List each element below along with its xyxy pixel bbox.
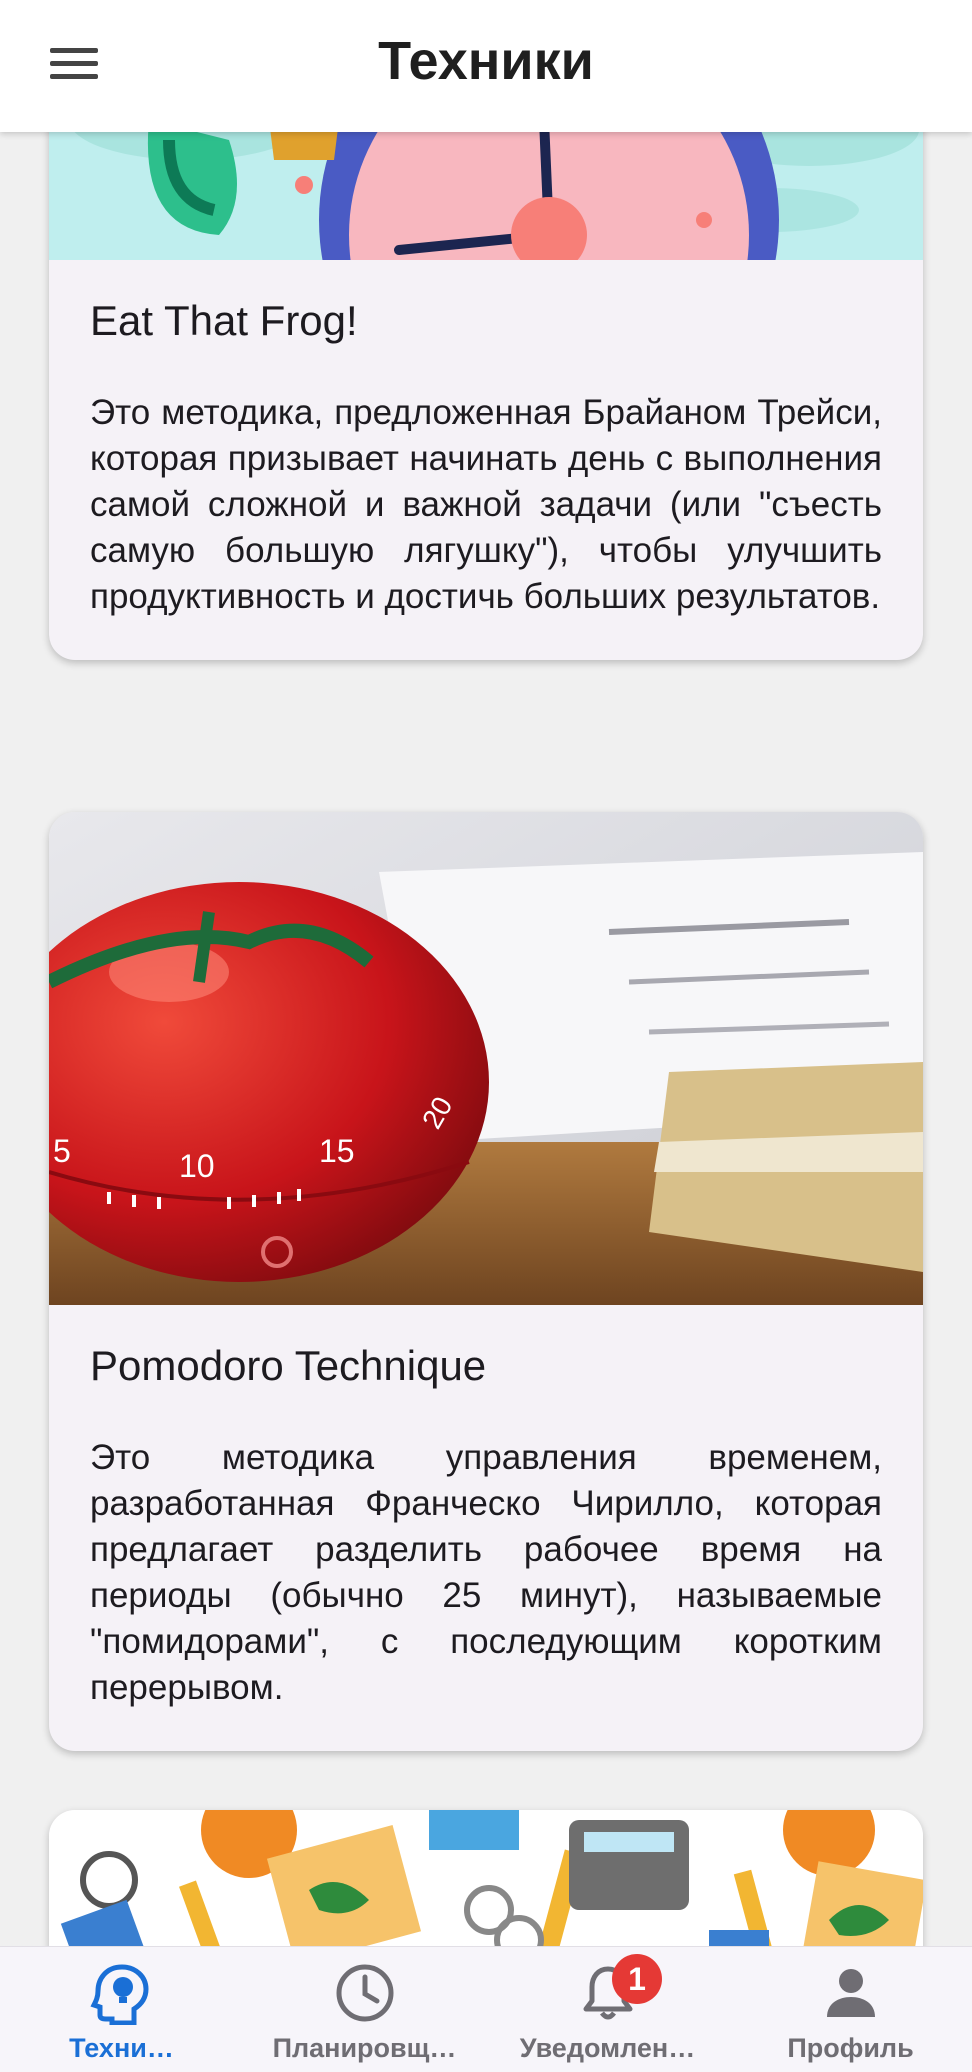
nav-label: Профиль: [787, 2033, 914, 2063]
technique-card-eat-that-frog[interactable]: Eat That Frog! Это методика, предложенна…: [49, 60, 923, 661]
card-description: Это методика управления временем, разраб…: [90, 1438, 882, 1708]
timer-mark-10: 10: [179, 1148, 215, 1184]
timer-mark-5: 5: [53, 1133, 71, 1169]
technique-card-partial[interactable]: [49, 1810, 923, 1946]
person-icon: [819, 1961, 883, 2025]
page-title: Техники: [378, 31, 594, 91]
notification-badge: 1: [612, 1954, 662, 2004]
card-description: Это методика, предложенная Брайаном Трей…: [90, 393, 882, 617]
techniques-feed[interactable]: Eat That Frog! Это методика, предложенна…: [0, 0, 972, 1946]
bottom-navigation: Техни… Планировщ… Уведомлен… Профиль: [0, 1946, 972, 2072]
nav-item-profile[interactable]: Профиль: [729, 1947, 972, 2072]
nav-label: Уведомлен…: [519, 2033, 696, 2063]
nav-item-notifications[interactable]: Уведомлен…: [486, 1947, 729, 2072]
card-title: Pomodoro Technique: [90, 1342, 487, 1389]
technique-card-pomodoro[interactable]: 5 10 15 20 Pomodoro Technique Это методи…: [49, 812, 923, 1752]
school-supplies-pattern: [49, 1810, 923, 1946]
lightbulb-head-icon: [89, 1961, 154, 2026]
nav-label: Планировщ…: [272, 2033, 457, 2063]
app-bar: Техники: [0, 0, 972, 132]
card-title: Eat That Frog!: [90, 297, 358, 344]
clock-icon: [333, 1961, 397, 2025]
timer-mark-15: 15: [319, 1133, 355, 1169]
nav-item-techniques[interactable]: Техни…: [0, 1947, 243, 2072]
tomato-timer-photo: 5 10 15 20: [49, 812, 923, 1305]
nav-label: Техни…: [69, 2033, 174, 2063]
nav-item-planner[interactable]: Планировщ…: [243, 1947, 486, 2072]
